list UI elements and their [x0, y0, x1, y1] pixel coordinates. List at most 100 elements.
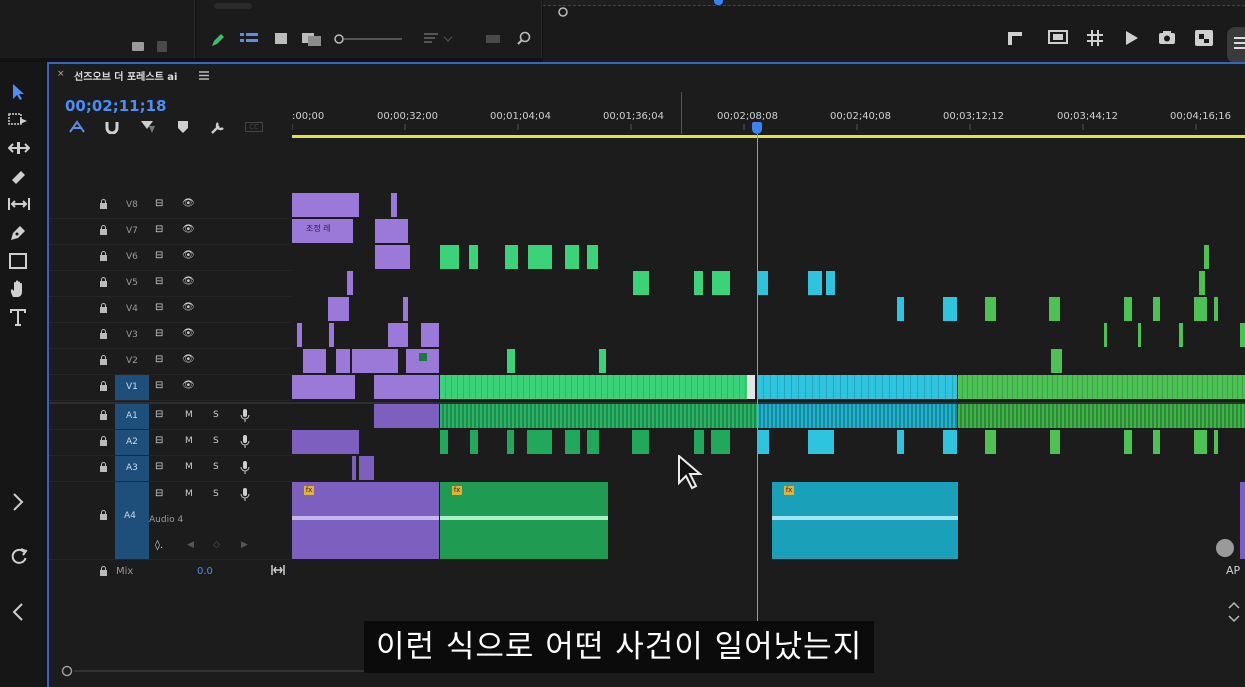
lock-icon[interactable] [99, 251, 108, 261]
video-clip[interactable] [587, 245, 598, 269]
video-clip[interactable] [1051, 349, 1062, 373]
scroll-thumb[interactable] [214, 3, 252, 9]
solo-button[interactable]: S [213, 489, 219, 499]
search-icon[interactable] [517, 31, 531, 45]
video-clip[interactable] [406, 349, 439, 373]
toggle-sync-lock-icon[interactable]: ⊟ [155, 250, 163, 261]
ripple-edit-tool-icon[interactable] [8, 140, 30, 156]
audio-clip[interactable] [943, 430, 957, 454]
audio-clip[interactable] [374, 404, 439, 428]
video-clip[interactable] [329, 323, 334, 347]
video-clip[interactable] [1104, 323, 1107, 347]
toggle-sync-lock-icon[interactable]: ⊟ [155, 409, 163, 420]
video-clip[interactable] [826, 271, 835, 295]
work-area-bar[interactable] [292, 135, 1245, 138]
eye-icon[interactable]: 👁 [182, 302, 195, 313]
sequence-tab[interactable]: 선즈오브 더 포레스트 ai [74, 68, 177, 83]
video-clip[interactable] [599, 349, 606, 373]
track-select-tool-icon[interactable] [8, 112, 28, 128]
source-patch-v1[interactable]: V1 [115, 375, 149, 400]
audio-clip[interactable] [352, 456, 356, 480]
trash-icon[interactable] [157, 41, 167, 52]
lock-icon[interactable] [99, 510, 108, 520]
audio-clip[interactable] [757, 430, 769, 454]
lock-icon[interactable] [99, 436, 108, 446]
audio-clip[interactable] [711, 430, 730, 454]
toggle-sync-lock-icon[interactable]: ⊟ [155, 354, 163, 365]
playhead-handle[interactable] [752, 122, 762, 134]
snap-icon[interactable] [105, 120, 119, 134]
tab-menu-icon[interactable] [199, 71, 209, 80]
toggle-sync-lock-icon[interactable]: ⊟ [155, 461, 163, 472]
scrollbar-start-handle[interactable] [60, 664, 74, 678]
audio-clip[interactable] [897, 430, 904, 454]
audio-clip[interactable] [1124, 430, 1132, 454]
video-clip[interactable] [1214, 297, 1218, 321]
video-clip[interactable] [1204, 245, 1209, 269]
microphone-icon[interactable] [240, 435, 250, 449]
video-clip[interactable] [297, 323, 302, 347]
timecode-display[interactable]: 00;02;11;18 [65, 97, 167, 115]
keyframe-toggle-icon[interactable]: ◊. [155, 540, 163, 551]
toggle-sync-lock-icon[interactable]: ⊟ [155, 302, 163, 313]
audio-clip[interactable] [985, 430, 996, 454]
eye-icon[interactable]: 👁 [182, 198, 195, 209]
mark-in-icon[interactable] [1006, 30, 1024, 46]
video-clip[interactable] [292, 193, 359, 217]
mute-button[interactable]: M [185, 410, 193, 420]
lock-icon[interactable] [99, 329, 108, 339]
mix-fit-icon[interactable] [271, 564, 285, 576]
volume-knob[interactable] [1216, 539, 1234, 557]
video-clip[interactable] [1179, 323, 1183, 347]
selection-tool-icon[interactable] [10, 83, 26, 101]
video-clip[interactable] [303, 349, 326, 373]
captions-icon[interactable]: CC [245, 122, 263, 132]
video-clip[interactable] [528, 245, 552, 269]
audio-clip-sequence[interactable] [757, 404, 957, 428]
video-clip[interactable] [1199, 271, 1205, 295]
audio-clip[interactable] [1153, 430, 1160, 454]
video-clip[interactable] [1194, 297, 1207, 321]
video-clip[interactable] [374, 375, 439, 399]
music-clip[interactable] [1240, 482, 1245, 559]
freeform-view-icon[interactable] [302, 31, 322, 47]
video-clip[interactable] [943, 297, 957, 321]
video-clip[interactable] [757, 271, 768, 295]
mute-button[interactable]: M [185, 436, 193, 446]
sort-icon[interactable] [424, 33, 454, 45]
video-clip[interactable] [375, 245, 410, 269]
mute-button[interactable]: M [185, 462, 193, 472]
chevron-left-icon[interactable] [11, 602, 25, 622]
source-patch-a3[interactable]: A3 [115, 456, 149, 481]
list-view-icon[interactable] [240, 32, 258, 46]
video-clip[interactable] [712, 271, 730, 295]
video-clip[interactable] [1138, 323, 1141, 347]
audio-clip[interactable] [694, 430, 704, 454]
audio-clip[interactable] [565, 430, 580, 454]
folder-icon[interactable] [132, 42, 144, 51]
microphone-icon[interactable] [240, 488, 250, 502]
overflow-menu-button[interactable] [1227, 27, 1245, 63]
video-clip[interactable] [1124, 297, 1132, 321]
audio-clip[interactable] [1214, 430, 1218, 454]
razor-tool-icon[interactable] [9, 168, 27, 186]
audio-clip[interactable] [440, 430, 448, 454]
mute-button[interactable]: M [185, 489, 193, 499]
microphone-icon[interactable] [240, 461, 250, 475]
toggle-sync-lock-icon[interactable]: ⊟ [155, 224, 163, 235]
chevron-right-icon[interactable] [11, 492, 25, 512]
source-patch-a1[interactable]: A1 [115, 404, 149, 429]
microphone-icon[interactable] [240, 409, 250, 423]
video-clip[interactable] [565, 245, 579, 269]
play-icon[interactable] [1123, 30, 1139, 46]
rectangle-tool-icon[interactable] [8, 252, 28, 270]
video-clip[interactable] [421, 323, 439, 347]
lock-icon[interactable] [99, 303, 108, 313]
add-keyframe-icon[interactable]: ◇ [213, 540, 220, 550]
compare-view-icon[interactable] [1194, 29, 1214, 47]
pencil-icon[interactable] [210, 32, 226, 48]
lock-icon[interactable] [99, 199, 108, 209]
toggle-sync-lock-icon[interactable]: ⊟ [155, 276, 163, 287]
audio-clip[interactable] [527, 430, 552, 454]
solo-button[interactable]: S [213, 436, 219, 446]
